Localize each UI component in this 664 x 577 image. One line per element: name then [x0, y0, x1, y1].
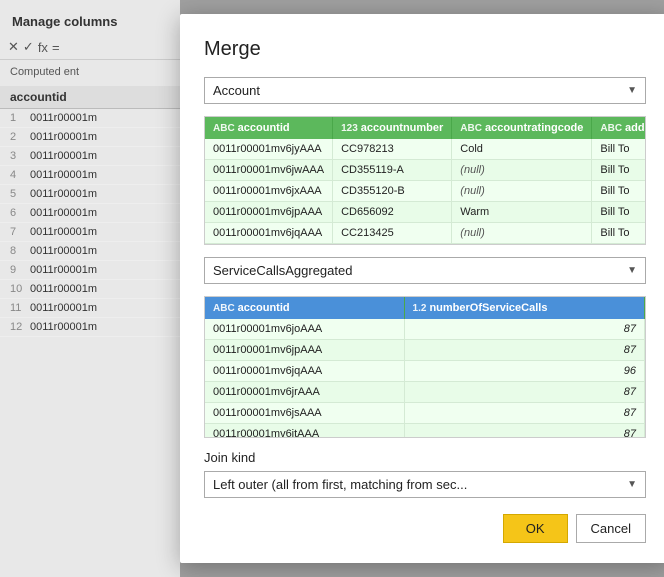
cancel-button[interactable]: Cancel: [576, 514, 646, 543]
list-item: 70011r00001m: [0, 223, 180, 242]
table-cell: 0011r00001mv6jwAAA: [205, 160, 333, 181]
table-column-header[interactable]: 1.2numberOfServiceCalls: [404, 297, 644, 319]
list-item: 120011r00001m: [0, 318, 180, 337]
table-cell: 0011r00001mv6jtAAA: [205, 424, 404, 438]
join-kind-value: Left outer (all from first, matching fro…: [213, 477, 467, 492]
table-cell: Warm: [452, 202, 592, 223]
table-cell: CC978213: [333, 139, 452, 160]
table-cell: CD355119-A: [333, 160, 452, 181]
table-column-header[interactable]: ABCaccountid: [205, 297, 404, 319]
table-cell: (null): [452, 181, 592, 202]
table-cell: Bill To: [592, 181, 645, 202]
table-cell: 87: [404, 340, 644, 361]
table-column-header[interactable]: ABCaccountratingcode: [452, 117, 592, 139]
table-row[interactable]: 0011r00001mv6joAAA 87: [205, 319, 645, 340]
table2-body: 0011r00001mv6joAAA 87 0011r00001mv6jpAAA…: [205, 319, 645, 437]
table2: ABCaccountid1.2numberOfServiceCalls 0011…: [205, 297, 645, 437]
table-cell: Cold: [452, 139, 592, 160]
table-row[interactable]: 0011r00001mv6jxAAA CD355120-B (null) Bil…: [205, 181, 645, 202]
table-row[interactable]: 0011r00001mv6jwAAA CD355119-A (null) Bil…: [205, 160, 645, 181]
table-cell: 0011r00001mv6jqAAA: [205, 361, 404, 382]
table-cell: CC213425: [333, 223, 452, 244]
table-row[interactable]: 0011r00001mv6jtAAA 87: [205, 424, 645, 438]
list-item: 50011r00001m: [0, 185, 180, 204]
list-item: 100011r00001m: [0, 280, 180, 299]
table-row[interactable]: 0011r00001mv6jqAAA 96: [205, 361, 645, 382]
table1-container: ABCaccountid123accountnumberABCaccountra…: [204, 116, 646, 245]
list-item: 80011r00001m: [0, 242, 180, 261]
table-cell: CD355120-B: [333, 181, 452, 202]
join-kind-label: Join kind: [204, 450, 646, 465]
sidebar-toolbar: ✕ ✓ fx =: [0, 35, 180, 60]
table-cell: 0011r00001mv6jrAAA: [205, 382, 404, 403]
table-cell: 87: [404, 319, 644, 340]
table-row[interactable]: 0011r00001mv6jyAAA CC978213 Cold Bill To: [205, 139, 645, 160]
table2-dropdown[interactable]: ServiceCallsAggregated ▼: [204, 257, 646, 284]
table-cell: 0011r00001mv6jyAAA: [205, 139, 333, 160]
table1-dropdown-text: Account: [213, 83, 260, 98]
modal-title: Merge: [204, 38, 646, 61]
list-item: 90011r00001m: [0, 261, 180, 280]
table-cell: 0011r00001mv6jsAAA: [205, 403, 404, 424]
modal-footer: OK Cancel: [204, 514, 646, 543]
table-cell: Bill To: [592, 160, 645, 181]
list-item: 60011r00001m: [0, 204, 180, 223]
table1-body: 0011r00001mv6jyAAA CC978213 Cold Bill To…: [205, 139, 645, 244]
table1: ABCaccountid123accountnumberABCaccountra…: [205, 117, 645, 244]
table-cell: 0011r00001mv6jxAAA: [205, 181, 333, 202]
table-cell: 87: [404, 424, 644, 438]
list-item: 10011r00001m: [0, 109, 180, 128]
table-cell: (null): [452, 223, 592, 244]
sidebar-rows: 10011r00001m20011r00001m30011r00001m4001…: [0, 109, 180, 337]
close-icon[interactable]: ✕: [8, 39, 19, 55]
sidebar-title: Manage columns: [0, 8, 180, 35]
table2-dropdown-arrow: ▼: [627, 265, 637, 276]
table-cell: 87: [404, 403, 644, 424]
table-column-header[interactable]: ABCaccountid: [205, 117, 333, 139]
table-row[interactable]: 0011r00001mv6jqAAA CC213425 (null) Bill …: [205, 223, 645, 244]
merge-dialog: Merge Account ▼ ABCaccountid123accountnu…: [180, 14, 664, 563]
table-row[interactable]: 0011r00001mv6jpAAA 87: [205, 340, 645, 361]
table2-header: ABCaccountid1.2numberOfServiceCalls: [205, 297, 645, 319]
list-item: 110011r00001m: [0, 299, 180, 318]
table-column-header[interactable]: 123accountnumber: [333, 117, 452, 139]
check-icon[interactable]: ✓: [23, 39, 34, 55]
table-column-header[interactable]: ABCaddress1_addr: [592, 117, 645, 139]
table-row[interactable]: 0011r00001mv6jrAAA 87: [205, 382, 645, 403]
list-item: 40011r00001m: [0, 166, 180, 185]
sidebar-panel: Manage columns ✕ ✓ fx = Computed ent acc…: [0, 0, 180, 577]
modal-overlay: Merge Account ▼ ABCaccountid123accountnu…: [180, 0, 664, 577]
table-cell: 0011r00001mv6jpAAA: [205, 340, 404, 361]
table-cell: 87: [404, 382, 644, 403]
table1-header: ABCaccountid123accountnumberABCaccountra…: [205, 117, 645, 139]
table-cell: 0011r00001mv6jpAAA: [205, 202, 333, 223]
table1-dropdown-arrow: ▼: [627, 85, 637, 96]
formula-icon[interactable]: fx: [38, 40, 48, 55]
table1-dropdown[interactable]: Account ▼: [204, 77, 646, 104]
table1-scroll[interactable]: ABCaccountid123accountnumberABCaccountra…: [205, 117, 645, 244]
table-cell: 0011r00001mv6joAAA: [205, 319, 404, 340]
equals-icon: =: [52, 40, 60, 55]
table-cell: Bill To: [592, 139, 645, 160]
table-cell: (null): [452, 160, 592, 181]
list-item: 20011r00001m: [0, 128, 180, 147]
join-kind-arrow: ▼: [627, 479, 637, 490]
table2-dropdown-text: ServiceCallsAggregated: [213, 263, 352, 278]
table-row[interactable]: 0011r00001mv6jsAAA 87: [205, 403, 645, 424]
list-item: 30011r00001m: [0, 147, 180, 166]
join-kind-dropdown[interactable]: Left outer (all from first, matching fro…: [204, 471, 646, 498]
join-kind-section: Join kind Left outer (all from first, ma…: [204, 450, 646, 498]
table-row[interactable]: 0011r00001mv6jpAAA CD656092 Warm Bill To: [205, 202, 645, 223]
table-cell: 0011r00001mv6jqAAA: [205, 223, 333, 244]
ok-button[interactable]: OK: [503, 514, 568, 543]
sidebar-col-header: accountid: [0, 86, 180, 109]
table-cell: 96: [404, 361, 644, 382]
table-cell: CD656092: [333, 202, 452, 223]
table2-container: ABCaccountid1.2numberOfServiceCalls 0011…: [204, 296, 646, 438]
table-cell: Bill To: [592, 223, 645, 244]
table2-scroll[interactable]: ABCaccountid1.2numberOfServiceCalls 0011…: [205, 297, 645, 437]
computed-label: Computed ent: [0, 60, 180, 84]
table-cell: Bill To: [592, 202, 645, 223]
